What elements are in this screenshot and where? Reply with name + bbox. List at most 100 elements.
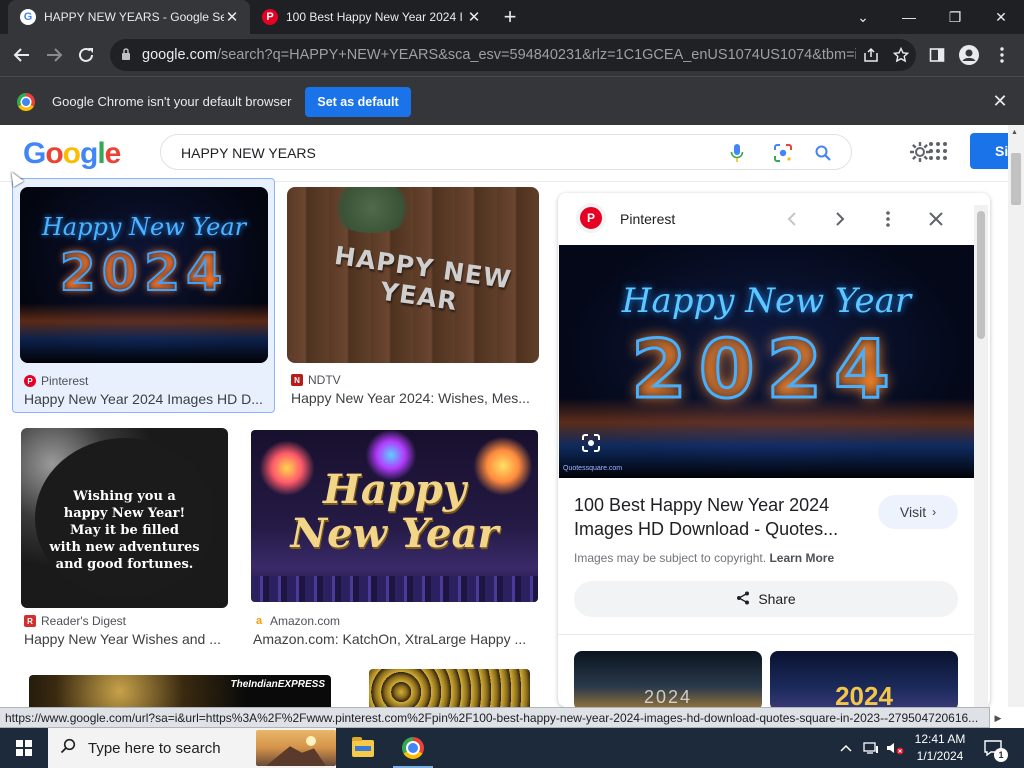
related-image[interactable]: 2024 <box>574 651 762 707</box>
share-page-icon[interactable] <box>856 40 886 70</box>
notification-count-badge: 1 <box>994 748 1008 762</box>
pinterest-icon: P <box>576 203 606 233</box>
search-icon <box>60 738 80 759</box>
result-card-ndtv[interactable]: HAPPY NEW YEAR N NDTV Happy New Year 202… <box>283 178 543 413</box>
set-as-default-button[interactable]: Set as default <box>305 87 411 117</box>
result-image[interactable] <box>369 669 530 707</box>
bookmark-star-icon[interactable] <box>886 40 916 70</box>
result-title[interactable]: Amazon.com: KatchOn, XtraLarge Happy ... <box>253 631 535 647</box>
restore-button[interactable]: ❐ <box>932 0 978 34</box>
google-apps-grid-icon[interactable] <box>929 142 947 160</box>
result-source: P Pinterest <box>24 374 88 388</box>
copyright-notice: Images may be subject to copyright. Lear… <box>574 551 835 565</box>
result-image[interactable]: Wishing you a happy New Year! May it be fi… <box>21 428 228 608</box>
tab-google-search[interactable]: G HAPPY NEW YEARS - Google Se ✕ <box>8 0 250 34</box>
chevron-right-icon: › <box>932 505 937 519</box>
search-query[interactable]: HAPPY NEW YEARS <box>181 145 316 161</box>
file-explorer-taskbar-icon[interactable] <box>339 728 387 768</box>
browser-menu-icon[interactable] <box>987 40 1017 70</box>
tab-pinterest[interactable]: P 100 Best Happy New Year 2024 I ✕ <box>250 0 492 34</box>
page-scrollbar[interactable]: ▲ <box>1008 125 1024 707</box>
close-panel-icon[interactable] <box>922 205 950 233</box>
address-bar[interactable]: google.com/search?q=HAPPY+NEW+YEARS&sca_… <box>110 39 916 71</box>
result-card-amazon[interactable]: Happy New Year a Amazon.com Amazon.com: K… <box>247 420 542 655</box>
result-source: R Reader's Digest <box>24 614 126 628</box>
preview-image[interactable]: Happy New Year 2024 Quotessquare.com <box>559 245 974 478</box>
voice-search-mic-icon[interactable] <box>725 141 749 165</box>
search-box[interactable]: HAPPY NEW YEARS <box>160 134 852 170</box>
forward-arrow-icon[interactable] <box>39 40 69 70</box>
panel-scrollbar[interactable] <box>974 205 988 707</box>
search-highlight-image[interactable] <box>256 730 336 766</box>
close-tab-icon[interactable]: ✕ <box>224 9 240 26</box>
result-image[interactable]: Happy New Year 2024 <box>20 187 268 363</box>
result-source: a Amazon.com <box>253 614 340 628</box>
link-status-bubble: https://www.google.com/url?sa=i&url=http… <box>0 707 990 728</box>
windows-taskbar: Type here to search 12:41 AM 1/1/2024 1 <box>0 728 1024 768</box>
side-panel-icon[interactable] <box>922 40 952 70</box>
volume-muted-icon[interactable] <box>884 728 906 768</box>
profile-avatar-icon[interactable] <box>954 40 984 70</box>
reload-icon[interactable] <box>71 40 101 70</box>
panel-divider <box>558 634 974 635</box>
related-image[interactable]: 2024 <box>770 651 958 707</box>
windows-logo-icon <box>16 740 32 756</box>
close-infobar-icon[interactable]: ✕ <box>990 91 1010 111</box>
result-image[interactable]: Happy New Year <box>251 430 538 602</box>
system-clock[interactable]: 12:41 AM 1/1/2024 <box>905 731 975 765</box>
result-image[interactable]: HAPPY NEW YEAR <box>287 187 539 363</box>
next-result-icon[interactable] <box>826 205 854 233</box>
chrome-taskbar-icon[interactable] <box>389 728 437 768</box>
search-icon[interactable] <box>811 141 835 165</box>
result-image-caption: Wishing you a happy New Year! May it be fi… <box>49 489 200 572</box>
minimize-button[interactable]: — <box>886 0 932 34</box>
visit-button[interactable]: Visit › <box>878 495 958 529</box>
tab-search-chevron-icon[interactable]: ⌄ <box>840 0 886 34</box>
readers-digest-icon: R <box>24 615 36 627</box>
panel-source-name[interactable]: Pinterest <box>620 211 675 227</box>
scroll-right-arrow-icon[interactable]: ▶ <box>992 711 1004 725</box>
lock-icon[interactable] <box>110 47 142 63</box>
image-preview-panel: P Pinterest Happy New Year 2024 Quotessq… <box>558 193 990 707</box>
previous-result-icon[interactable] <box>778 205 806 233</box>
google-lens-icon[interactable] <box>771 141 795 165</box>
taskbar-search-box[interactable]: Type here to search <box>48 728 336 768</box>
browser-toolbar: google.com/search?q=HAPPY+NEW+YEARS&sca_… <box>0 34 1024 76</box>
learn-more-link[interactable]: Learn More <box>769 551 834 565</box>
share-icon <box>736 591 750 608</box>
google-logo[interactable]: Google <box>23 137 121 171</box>
google-favicon-icon: G <box>20 9 36 25</box>
show-hidden-icons-chevron[interactable] <box>836 728 856 768</box>
close-window-button[interactable]: ✕ <box>978 0 1024 34</box>
share-button[interactable]: Share <box>574 581 958 617</box>
search-placeholder: Type here to search <box>88 739 221 757</box>
back-arrow-icon[interactable] <box>7 40 37 70</box>
sign-in-button[interactable]: Si <box>970 133 1010 169</box>
result-source: N NDTV <box>291 373 341 387</box>
chrome-logo-icon <box>17 93 35 111</box>
infobar-message: Google Chrome isn't your default browser <box>52 94 292 109</box>
url-text: google.com/search?q=HAPPY+NEW+YEARS&sca_… <box>142 47 856 63</box>
panel-scrollbar-thumb[interactable] <box>977 211 985 339</box>
search-inside-image-lens-icon[interactable] <box>581 433 603 455</box>
close-tab-icon[interactable]: ✕ <box>466 9 482 26</box>
result-title[interactable]: Happy New Year 2024: Wishes, Mes... <box>291 390 535 406</box>
result-card-pinterest[interactable]: Happy New Year 2024 P Pinterest Happy Ne… <box>12 178 275 413</box>
more-options-icon[interactable] <box>874 205 902 233</box>
pinterest-icon: P <box>24 375 36 387</box>
tab-title: HAPPY NEW YEARS - Google Se <box>44 10 224 24</box>
network-icon[interactable] <box>860 728 882 768</box>
amazon-icon: a <box>253 615 265 627</box>
default-browser-infobar: Google Chrome isn't your default browser… <box>0 76 1024 125</box>
tab-title: 100 Best Happy New Year 2024 I <box>286 10 463 24</box>
result-title[interactable]: Happy New Year 2024 Images HD D... <box>24 391 268 407</box>
preview-title[interactable]: 100 Best Happy New Year 2024 Images HD D… <box>574 493 874 541</box>
start-button[interactable] <box>0 728 48 768</box>
new-tab-button[interactable]: + <box>498 4 522 29</box>
result-image[interactable]: TheIndianEXPRESS <box>29 675 331 707</box>
google-images-page: Google HAPPY NEW YEARS Si Happy New Year… <box>0 125 1024 707</box>
ndtv-icon: N <box>291 374 303 386</box>
page-scrollbar-thumb[interactable] <box>1011 153 1021 205</box>
result-title[interactable]: Happy New Year Wishes and ... <box>24 631 224 647</box>
tab-strip: G HAPPY NEW YEARS - Google Se ✕ P 100 Be… <box>0 0 1024 34</box>
